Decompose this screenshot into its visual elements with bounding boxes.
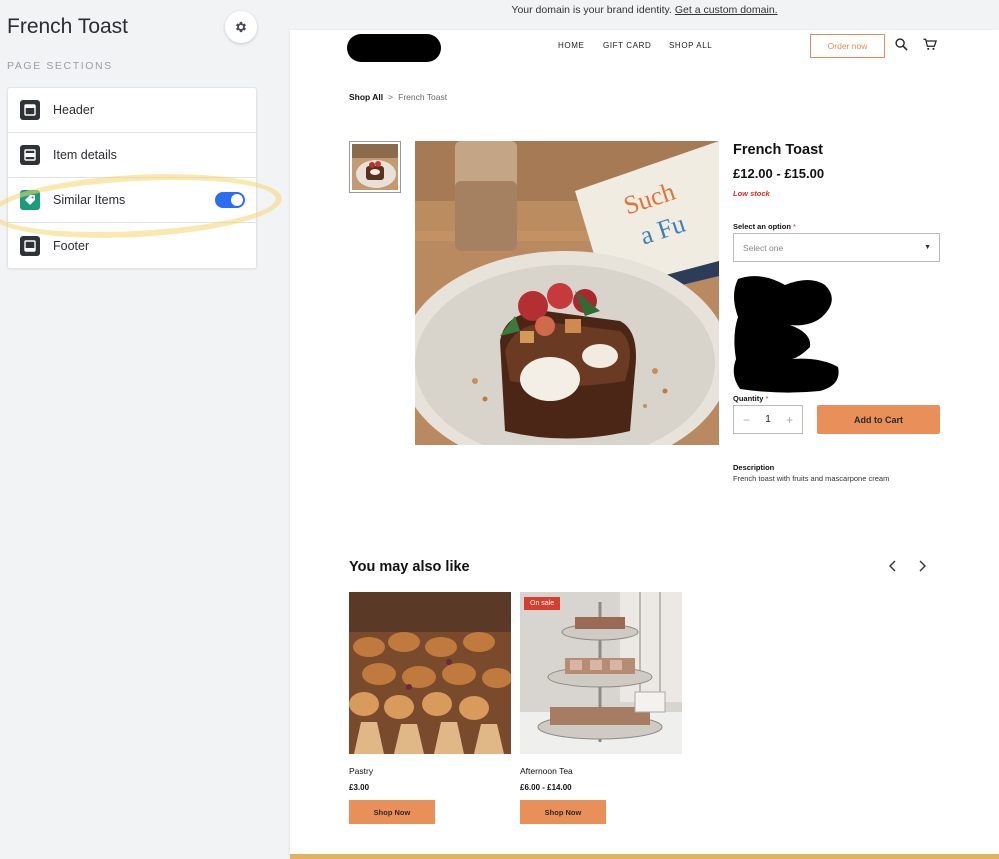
section-label: Header [53,103,94,117]
footer-section-icon [20,235,40,256]
section-label: Item details [53,148,117,162]
on-sale-badge: On sale [524,597,561,610]
option-label: Select an option * [733,222,796,231]
page-sections-heading: PAGE SECTIONS [7,60,113,72]
section-item-footer[interactable]: Footer [8,223,256,268]
description-label: Description [733,463,775,472]
stock-status: Low stock [733,189,770,198]
quantity-label: Quantity * [733,394,768,403]
add-to-cart-button[interactable]: Add to Cart [817,405,940,434]
header-section-icon [20,100,40,120]
option-label-text: Select an option [733,222,791,231]
editor-page-title: French Toast [7,15,129,38]
quantity-label-text: Quantity [733,394,764,403]
product-title: French Toast [733,142,823,158]
option-select-value: Select one [743,242,784,253]
section-item-similar-items[interactable]: Similar Items [8,178,256,223]
option-select[interactable]: Select one ▼ [733,233,940,262]
plus-icon[interactable]: + [786,413,793,427]
item-details-section-icon [20,145,40,165]
chevron-left-icon[interactable] [888,560,898,575]
product-main-image: Such a Fu [415,141,719,445]
page-sections-list: Header Item details Similar Items Footer [7,87,257,269]
section-item-item-details[interactable]: Item details [8,133,256,178]
section-label: Footer [53,238,90,253]
shop-now-button[interactable]: Shop Now [520,800,606,824]
similar-item-name[interactable]: Pastry [349,766,511,776]
redacted-logo [347,34,441,62]
section-item-header[interactable]: Header [8,88,256,133]
footer-accent-bar [290,854,999,859]
breadcrumb: Shop All > French Toast [349,92,447,102]
order-now-button[interactable]: Order now [810,34,885,58]
section-label: Similar Items [53,193,126,207]
redacted-region [733,276,839,393]
site-preview: HOME GIFT CARD SHOP ALL Order now Shop A… [290,30,999,859]
domain-banner: Your domain is your brand identity. Get … [290,4,999,16]
quantity-stepper[interactable]: − 1 + [733,405,803,434]
breadcrumb-current: French Toast [398,92,448,102]
similar-item-price: £6.00 - £14.00 [520,783,572,792]
chevron-right-icon[interactable] [917,560,927,575]
custom-domain-link[interactable]: Get a custom domain. [675,4,778,16]
similar-item-image[interactable]: On sale [520,592,682,754]
banner-text: Your domain is your brand identity. [511,4,672,16]
description-text: French toast with fruits and mascarpone … [733,474,890,483]
required-mark: * [765,394,769,403]
search-icon[interactable] [895,38,908,56]
nav-shop-all[interactable]: SHOP ALL [669,41,712,50]
similar-item-name[interactable]: Afternoon Tea [520,766,682,776]
similar-item-card[interactable]: Pastry £3.00 Shop Now [349,592,511,824]
toggle-knob [231,194,243,206]
nav-home[interactable]: HOME [558,41,584,50]
similar-item-image[interactable] [349,592,511,754]
similar-items-heading: You may also like [349,559,470,575]
minus-icon[interactable]: − [743,413,750,427]
similar-item-card[interactable]: On sale Afternoon Tea £6.00 - £14.00 Sho… [520,592,682,824]
quantity-value[interactable]: 1 [765,414,771,425]
similar-items-toggle[interactable] [215,192,245,208]
required-mark: * [793,222,796,231]
product-thumbnail[interactable] [349,141,401,193]
caret-down-icon: ▼ [924,244,931,251]
gear-icon [235,21,247,33]
similar-item-price: £3.00 [349,783,370,792]
settings-button[interactable] [225,11,257,43]
product-price: £12.00 - £15.00 [733,166,825,181]
cart-icon[interactable] [923,38,937,56]
shop-now-button[interactable]: Shop Now [349,800,435,824]
nav-gift-card[interactable]: GIFT CARD [603,41,651,50]
tag-icon [20,190,40,210]
breadcrumb-shop-all[interactable]: Shop All [349,92,383,102]
breadcrumb-separator: > [388,92,394,102]
